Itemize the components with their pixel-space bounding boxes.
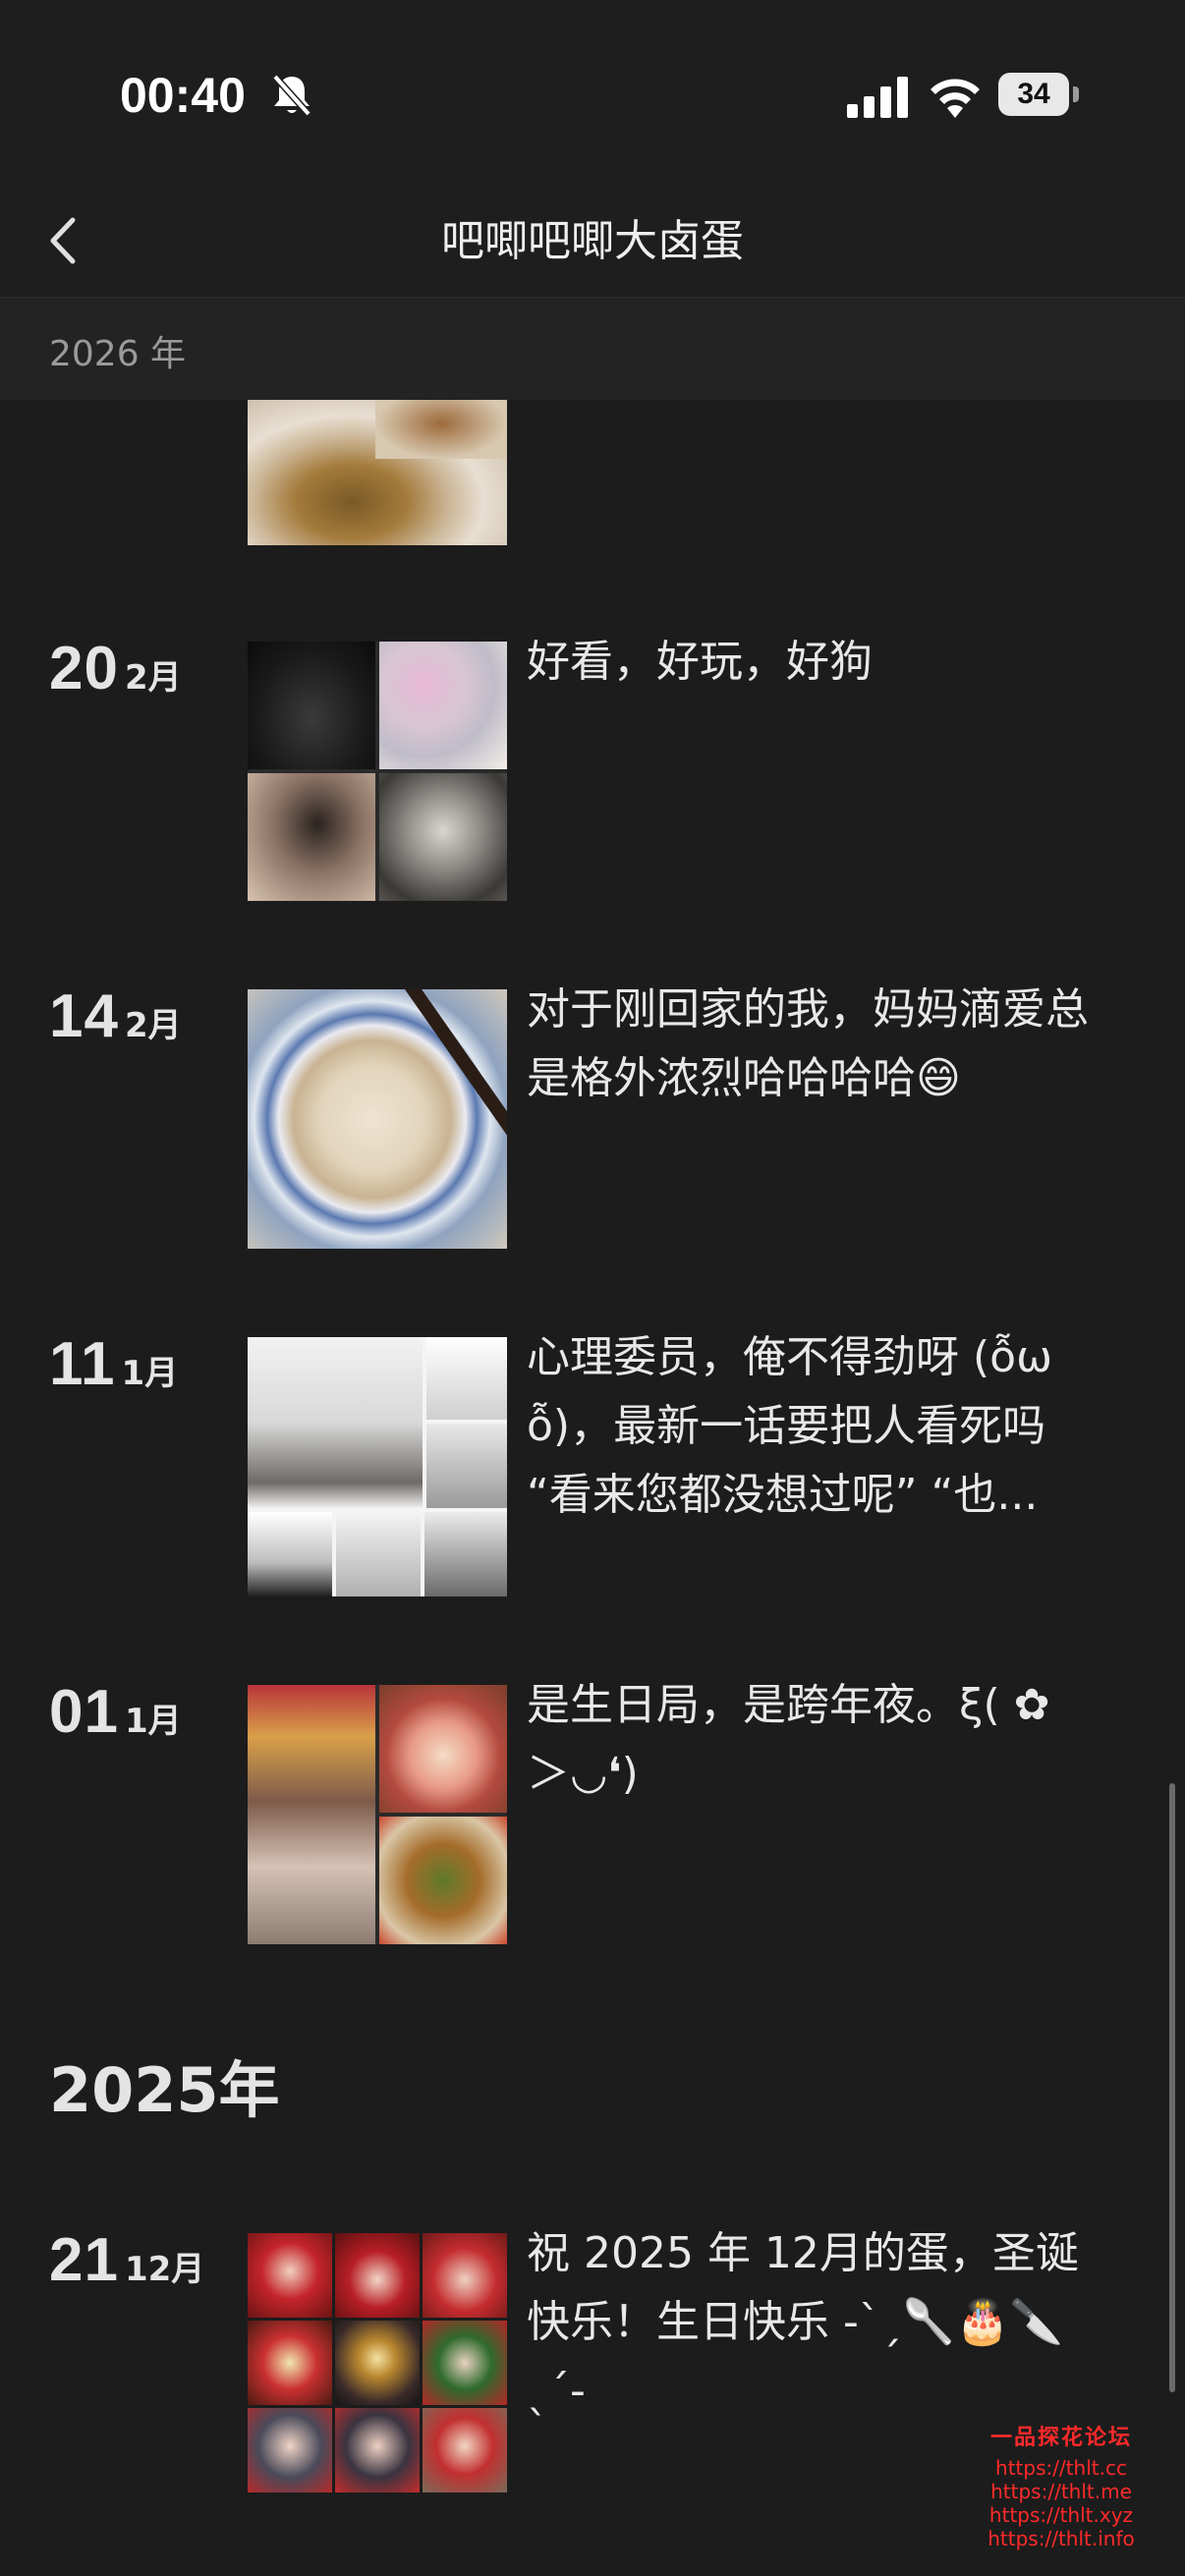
photo-christmas-4 xyxy=(248,2321,332,2405)
entry-month: 2月 xyxy=(124,658,182,698)
photo-christmas-8 xyxy=(335,2408,420,2492)
year-heading: 2025年 xyxy=(49,2054,280,2126)
timeline-feed: 20 2月 好看，好玩，好狗 14 2月 对于刚回家的我，妈妈滴爱总是格外浓烈哈哈哈… xyxy=(0,400,1185,2576)
photo-dumplings-bowl xyxy=(248,989,507,1249)
sticky-year-label: 2026 年 xyxy=(49,334,187,374)
bell-slash-icon xyxy=(272,74,311,117)
photo-christmas-7 xyxy=(248,2408,332,2492)
entry-thumbnail[interactable] xyxy=(248,2233,507,2492)
entry-day: 11 xyxy=(49,1330,116,1398)
entry-month: 2月 xyxy=(124,1006,182,1045)
photo-manga-panel-3 xyxy=(426,1424,507,1508)
photo-christmas-tree xyxy=(335,2321,420,2405)
photo-food-bowl xyxy=(375,400,507,459)
photo-dog xyxy=(379,773,507,901)
watermark-link: https://thlt.cc xyxy=(995,2456,1127,2480)
entry-thumbnail[interactable] xyxy=(248,1337,507,1596)
battery-cap xyxy=(1073,86,1079,102)
photo-christmas-2 xyxy=(335,2233,420,2318)
watermark-title: 一品探花论坛 xyxy=(989,2426,1132,2450)
entry-date: 20 2月 xyxy=(49,634,182,703)
entry-day: 01 xyxy=(49,1678,119,1746)
entry-month: 1月 xyxy=(121,1354,179,1393)
entry-day: 14 xyxy=(49,982,119,1050)
entry-date: 11 1月 xyxy=(49,1329,178,1399)
photo-manga-panel-5 xyxy=(336,1512,421,1596)
photo-christmas-1 xyxy=(248,2233,332,2318)
scroll-indicator[interactable] xyxy=(1169,1783,1175,2392)
entry-text: 是生日局，是跨年夜。ξ( ✿ ＞◡❛) xyxy=(527,1680,1050,1799)
photo-manga-panel-1 xyxy=(248,1337,423,1508)
photo-friends-table xyxy=(248,773,375,901)
signal-icon xyxy=(847,77,908,118)
page-title: 吧唧吧唧大卤蛋 xyxy=(441,216,744,266)
watermark-link: https://thlt.info xyxy=(988,2527,1135,2550)
photo-manga-panel-2 xyxy=(426,1337,507,1420)
entry-text: 好看，好玩，好狗 xyxy=(527,637,873,687)
entry-month: 12月 xyxy=(124,2250,205,2289)
battery-icon: 34 xyxy=(998,73,1081,116)
photo-birthday-cake xyxy=(379,1685,507,1813)
entry-thumbnail-partial[interactable] xyxy=(248,400,507,545)
photo-christmas-6 xyxy=(423,2321,507,2405)
entry-text: 祝 2025 年 12月的蛋，圣诞快乐！生日快乐 -ˋˏ🥄🎂🔪ˎˊ- xyxy=(527,2228,1079,2416)
status-bar: 00:40 34 xyxy=(0,0,1185,187)
entry-text: 对于刚回家的我，妈妈滴爱总是格外浓烈哈哈哈哈😄 xyxy=(527,984,1089,1103)
photo-manga-panel-4 xyxy=(248,1512,332,1596)
entry-thumbnail[interactable] xyxy=(248,1685,507,1944)
photo-christmas-9 xyxy=(423,2408,507,2492)
watermark-link: https://thlt.me xyxy=(990,2480,1132,2503)
battery-level: 34 xyxy=(998,73,1069,116)
entry-day: 20 xyxy=(49,635,119,702)
entry-date: 21 12月 xyxy=(49,2225,204,2295)
photo-plush-bowl xyxy=(379,642,507,769)
nav-bar: 吧唧吧唧大卤蛋 xyxy=(0,187,1185,298)
photo-dinner-dishes xyxy=(379,1817,507,1944)
watermark: 一品探花论坛 https://thlt.cc https://thlt.me h… xyxy=(953,2426,1169,2551)
photo-christmas-3 xyxy=(423,2233,507,2318)
photo-manga-panel-6 xyxy=(424,1512,507,1596)
entry-month: 1月 xyxy=(124,1702,182,1741)
wifi-icon xyxy=(931,79,980,118)
entry-day: 21 xyxy=(49,2226,119,2294)
status-time: 00:40 xyxy=(120,68,246,123)
entry-date: 01 1月 xyxy=(49,1677,182,1747)
entry-thumbnail[interactable] xyxy=(248,989,507,1249)
watermark-link: https://thlt.xyz xyxy=(988,2503,1134,2527)
entry-thumbnail[interactable] xyxy=(248,642,507,901)
entry-text: 心理委员，俺不得劲呀 (ỗω ỗ)，最新一话要把人看死吗 “看来您都没想过呢” … xyxy=(527,1332,1052,1520)
entry-date: 14 2月 xyxy=(49,981,182,1051)
photo-group-party xyxy=(248,1685,375,1944)
sticky-year-header: 2026 年 xyxy=(0,298,1185,400)
photo-night-group xyxy=(248,642,375,769)
